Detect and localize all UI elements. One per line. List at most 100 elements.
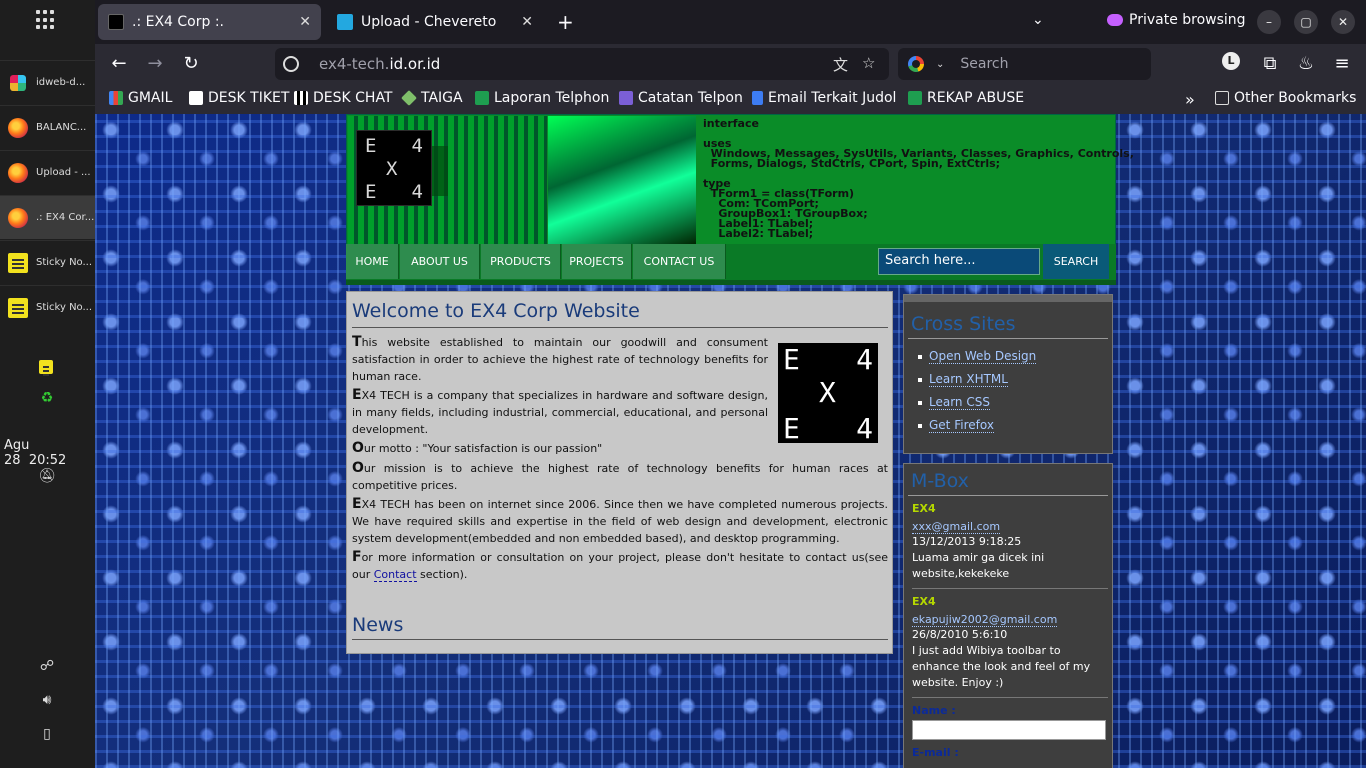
tab-ex4-corp[interactable]: .: EX4 Corp :. ✕ bbox=[98, 4, 321, 40]
private-mask-icon bbox=[1107, 14, 1123, 26]
private-browsing-indicator: Private browsing bbox=[1107, 12, 1246, 28]
name-field[interactable] bbox=[912, 720, 1106, 740]
paragraph-motto: Our motto : "Your satisfaction is our pa… bbox=[352, 440, 603, 456]
link-learn-css[interactable]: Learn CSS bbox=[929, 395, 990, 410]
clock[interactable]: Agu 28 20:52 bbox=[4, 438, 95, 468]
reload-icon[interactable]: ↻ bbox=[179, 53, 203, 74]
site-menu: HOME ABOUT US PRODUCTS PROJECTS CONTACT … bbox=[346, 244, 1116, 280]
bookmark-desk-tiket[interactable]: DESK TIKET bbox=[189, 90, 289, 106]
link-get-firefox[interactable]: Get Firefox bbox=[929, 418, 994, 433]
circuit-board-image: E 4 X E 4 bbox=[348, 116, 547, 245]
bookmark-taiga[interactable]: TAIGA bbox=[401, 90, 463, 106]
desk-icon bbox=[189, 91, 203, 105]
message-email-link[interactable]: ekapujiw2002@gmail.com bbox=[912, 613, 1058, 627]
maximize-icon[interactable]: ▢ bbox=[1294, 10, 1318, 34]
account-icon[interactable]: L bbox=[1222, 52, 1240, 70]
back-icon[interactable]: ← bbox=[107, 53, 131, 74]
translate-icon[interactable]: 文 bbox=[833, 54, 848, 75]
welcome-title: Welcome to EX4 Corp Website bbox=[352, 300, 888, 328]
header-divider bbox=[346, 280, 1116, 285]
cross-sites-list: Open Web Design Learn XHTML Learn CSS Ge… bbox=[904, 339, 1112, 437]
paragraph-intro: This website established to maintain our… bbox=[352, 334, 768, 383]
taiga-icon bbox=[401, 90, 417, 106]
volume-icon[interactable]: 🔊︎ bbox=[38, 692, 56, 708]
list-item: Learn CSS bbox=[918, 391, 1112, 414]
menu-about-us[interactable]: ABOUT US bbox=[400, 244, 480, 279]
network-icon[interactable]: ☍ bbox=[38, 658, 56, 674]
close-tab-icon[interactable]: ✕ bbox=[299, 14, 311, 30]
ex4-favicon-icon bbox=[108, 14, 124, 30]
close-tab-icon[interactable]: ✕ bbox=[521, 14, 533, 30]
menu-contact-us[interactable]: CONTACT US bbox=[633, 244, 726, 279]
dock-item-firefox-2[interactable]: Upload - ... bbox=[0, 150, 95, 194]
extensions-icon[interactable]: ⧉ bbox=[1258, 53, 1282, 74]
firefox-icon bbox=[8, 162, 28, 183]
site-info-icon[interactable] bbox=[283, 56, 299, 72]
chevron-down-icon[interactable]: ⌄ bbox=[936, 59, 944, 70]
ex4-logo-small[interactable]: E 4 X E 4 bbox=[356, 130, 432, 206]
bookmark-desk-chat[interactable]: DESK CHAT bbox=[294, 90, 393, 106]
paragraph-company: EX4 TECH is a company that specializes i… bbox=[352, 387, 768, 436]
cross-sites-title: Cross Sites bbox=[908, 310, 1108, 339]
dock-item-firefox-1[interactable]: BALANC... bbox=[0, 105, 95, 149]
menu-projects[interactable]: PROJECTS bbox=[562, 244, 632, 279]
app-grid-icon[interactable] bbox=[36, 10, 56, 30]
link-open-web-design[interactable]: Open Web Design bbox=[929, 349, 1037, 364]
site-header: E 4 X E 4 interface uses Windows, Messag… bbox=[346, 114, 1134, 245]
paragraph-history: EX4 TECH has been on internet since 2006… bbox=[352, 496, 888, 545]
message-email-link[interactable]: xxx@gmail.com bbox=[912, 520, 1001, 534]
firefox-view-icon[interactable]: ♨ bbox=[1294, 53, 1318, 74]
paragraph-mission: Our mission is to achieve the highest ra… bbox=[352, 460, 888, 492]
web-search-bar[interactable]: ⌄ Search bbox=[898, 48, 1151, 80]
site-search-input[interactable]: Search here... bbox=[878, 248, 1040, 275]
other-bookmarks[interactable]: Other Bookmarks bbox=[1215, 90, 1356, 106]
header-code-snippet: interface uses Windows, Messages, SysUti… bbox=[703, 117, 1134, 240]
minimize-icon[interactable]: – bbox=[1257, 10, 1281, 34]
docs-icon bbox=[752, 91, 763, 105]
contact-link[interactable]: Contact bbox=[373, 568, 417, 582]
chevereto-favicon-icon bbox=[337, 14, 353, 30]
firefox-icon bbox=[8, 117, 28, 138]
hardware-photo bbox=[548, 116, 696, 245]
bookmark-email-judol[interactable]: Email Terkait Judol bbox=[752, 90, 896, 106]
bookmark-gmail[interactable]: GMAIL bbox=[109, 90, 172, 106]
dock-item-sticky-1[interactable]: Sticky No... bbox=[0, 240, 95, 284]
bookmark-star-icon[interactable]: ☆ bbox=[862, 54, 875, 72]
folder-icon bbox=[1215, 91, 1229, 105]
url-bar[interactable]: ex4-tech. id.or.id 文 ☆ bbox=[275, 48, 889, 80]
list-item: Learn XHTML bbox=[918, 368, 1112, 391]
forward-icon[interactable]: → bbox=[143, 53, 167, 74]
forms-icon bbox=[619, 91, 633, 105]
new-tab-icon[interactable]: + bbox=[557, 10, 574, 34]
site-search-button[interactable]: SEARCH bbox=[1043, 244, 1109, 279]
sticky-notes-tray-icon[interactable] bbox=[39, 360, 53, 374]
name-label: Name : bbox=[912, 704, 956, 717]
clipboard-icon[interactable]: ▯ bbox=[38, 726, 56, 742]
close-window-icon[interactable]: ✕ bbox=[1331, 10, 1355, 34]
bookmark-laporan-telphon[interactable]: Laporan Telphon bbox=[475, 90, 609, 106]
google-icon bbox=[908, 56, 924, 72]
paragraph-contact: For more information or consultation on … bbox=[352, 549, 888, 582]
tab-upload-chevereto[interactable]: Upload - Chevereto ✕ bbox=[327, 4, 543, 40]
news-title: News bbox=[352, 614, 888, 640]
sticky-notes-icon bbox=[8, 252, 28, 273]
bookmarks-bar: GMAIL DESK TIKET DESK CHAT TAIGA Laporan… bbox=[95, 85, 1366, 114]
dock-item-firefox-3[interactable]: .: EX4 Cor... bbox=[0, 195, 95, 239]
menu-home[interactable]: HOME bbox=[346, 244, 399, 279]
slack-icon bbox=[10, 74, 26, 91]
cross-sites-box: Cross Sites Open Web Design Learn XHTML … bbox=[903, 294, 1113, 454]
dock-item-slack[interactable]: idweb-d... bbox=[0, 60, 95, 104]
box-cap bbox=[904, 295, 1112, 302]
menu-products[interactable]: PRODUCTS bbox=[481, 244, 561, 279]
more-bookmarks-icon[interactable]: » bbox=[1185, 90, 1195, 109]
recycle-icon[interactable]: ♻ bbox=[38, 390, 56, 406]
link-learn-xhtml[interactable]: Learn XHTML bbox=[929, 372, 1008, 387]
notifications-off-icon[interactable]: 🔕︎ bbox=[38, 468, 56, 484]
chevron-down-icon[interactable]: ⌄ bbox=[1032, 12, 1044, 28]
dock-item-sticky-2[interactable]: Sticky No... bbox=[0, 285, 95, 329]
firefox-icon bbox=[8, 207, 28, 228]
menu-icon[interactable]: ≡ bbox=[1330, 53, 1354, 74]
bookmark-rekap-abuse[interactable]: REKAP ABUSE bbox=[908, 90, 1024, 106]
list-item: Open Web Design bbox=[918, 345, 1112, 368]
bookmark-catatan-telpon[interactable]: Catatan Telpon bbox=[619, 90, 743, 106]
